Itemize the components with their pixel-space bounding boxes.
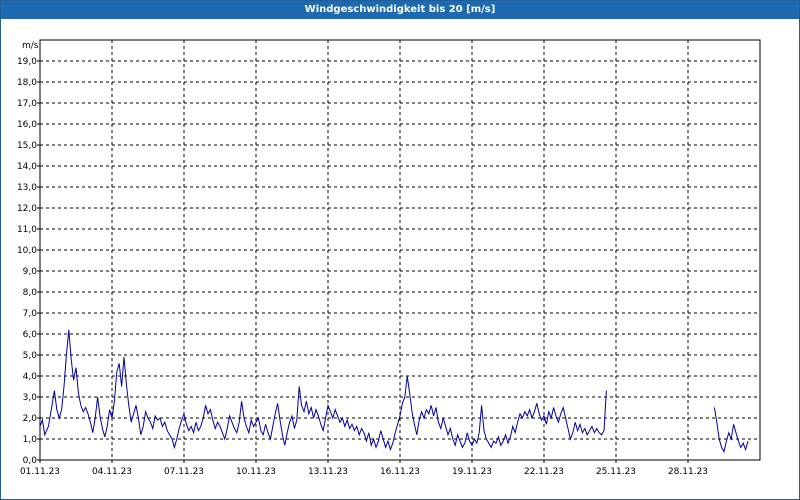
- y-tick-label: 2,0: [23, 414, 38, 424]
- x-tick-label: 22.11.23: [524, 467, 564, 477]
- y-tick-label: 18,0: [17, 78, 37, 88]
- y-tick-label: 14,0: [17, 162, 37, 172]
- x-axis-ticks: 01.11.23 04.11.23 07.11.23 10.11.23 13.11.23…: [20, 460, 708, 477]
- y-tick-label: 9,0: [23, 267, 38, 277]
- y-tick-label: 5,0: [23, 351, 38, 361]
- y-tick-label: 1,0: [23, 435, 38, 445]
- y-tick-label: 6,0: [23, 330, 38, 340]
- y-tick-label: 11,0: [17, 225, 37, 235]
- x-tick-label: 04.11.23: [92, 467, 132, 477]
- x-tick-label: 13.11.23: [308, 467, 348, 477]
- y-tick-label: 12,0: [17, 204, 37, 214]
- y-tick-label: 17,0: [17, 99, 37, 109]
- x-tick-label: 10.11.23: [236, 467, 276, 477]
- y-tick-label: 16,0: [17, 120, 37, 130]
- y-axis-ticks: 0,0 1,0 2,0 3,0 4,0 5,0 6,0 7,0 8,0 9,0 10,0 11,0 12…: [17, 57, 40, 466]
- x-tick-label: 19.11.23: [452, 467, 492, 477]
- grid-lines: [40, 40, 760, 460]
- y-tick-label: 3,0: [23, 393, 38, 403]
- x-tick-label: 16.11.23: [380, 467, 420, 477]
- y-tick-label: 8,0: [23, 288, 38, 298]
- x-tick-label: 01.11.23: [20, 467, 60, 477]
- y-tick-label: 7,0: [23, 309, 38, 319]
- y-tick-label: 10,0: [17, 246, 37, 256]
- x-tick-label: 07.11.23: [164, 467, 204, 477]
- y-tick-label: 19,0: [17, 57, 37, 67]
- y-axis-label: m/s: [22, 41, 39, 51]
- y-tick-label: 13,0: [17, 183, 37, 193]
- y-tick-label: 4,0: [23, 372, 38, 382]
- y-tick-label: 15,0: [17, 141, 37, 151]
- y-tick-label: 0,0: [23, 456, 38, 466]
- x-tick-label: 25.11.23: [596, 467, 636, 477]
- x-tick-label: 28.11.23: [668, 467, 708, 477]
- chart-svg: 0,0 1,0 2,0 3,0 4,0 5,0 6,0 7,0 8,0 9,0 10,0 11,0 12…: [17, 39, 761, 477]
